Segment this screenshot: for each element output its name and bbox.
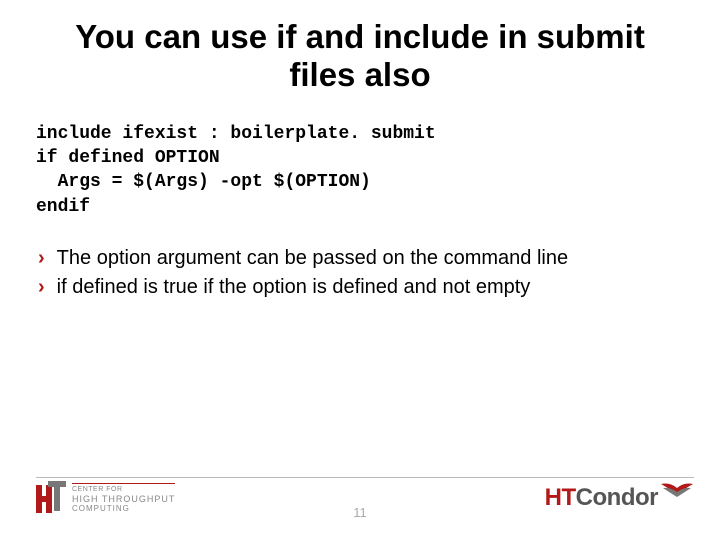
chtc-logo-text: CENTER FOR HIGH THROUGHPUT COMPUTING <box>72 483 175 514</box>
ht-mark-icon <box>36 481 64 515</box>
page-number: 11 <box>353 505 367 520</box>
bullet-text: The option argument can be passed on the… <box>57 245 568 272</box>
list-item: › if defined is true if the option is de… <box>38 274 690 301</box>
logo-c: C <box>576 484 593 511</box>
logo-ondor: ondor <box>593 484 658 511</box>
chevron-icon: › <box>38 274 45 301</box>
condor-wing-icon <box>660 482 694 504</box>
chtc-logo: CENTER FOR HIGH THROUGHPUT COMPUTING <box>36 481 175 515</box>
code-line: if defined OPTION <box>36 148 220 168</box>
code-line: include ifexist : boilerplate. submit <box>36 124 436 144</box>
bullet-list: › The option argument can be passed on t… <box>0 219 720 301</box>
logo-line: HIGH THROUGHPUT <box>72 494 175 504</box>
htcondor-logo-text: HTCondor <box>545 484 658 512</box>
list-item: › The option argument can be passed on t… <box>38 245 690 272</box>
logo-ht: HT <box>545 484 576 511</box>
logo-line: COMPUTING <box>72 504 175 513</box>
code-line: Args = $(Args) -opt $(OPTION) <box>36 172 371 192</box>
code-line: endif <box>36 197 90 217</box>
chevron-icon: › <box>38 245 45 272</box>
htcondor-logo: HTCondor <box>545 482 694 514</box>
logo-line: CENTER FOR <box>72 486 175 494</box>
bullet-text: if defined is true if the option is defi… <box>57 274 531 301</box>
slide-title: You can use if and include in submit fil… <box>0 0 720 104</box>
code-block: include ifexist : boilerplate. submit if… <box>0 104 720 219</box>
